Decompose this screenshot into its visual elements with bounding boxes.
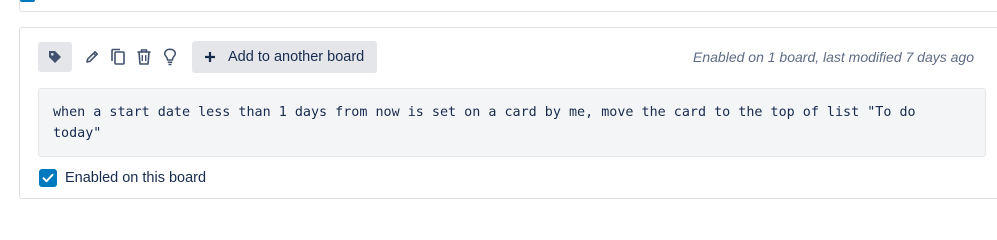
enabled-toggle-row[interactable]: Enabled on this board [39,169,206,187]
enabled-checkbox[interactable] [39,169,57,187]
edit-button[interactable] [82,42,102,72]
tag-button[interactable] [38,42,72,72]
rule-card: Add to another board Enabled on 1 board,… [19,27,997,199]
trash-icon [136,48,152,66]
enabled-checkbox-label: Enabled on this board [65,170,207,186]
rule-toolbar: Add to another board [38,41,378,73]
delete-button[interactable] [134,42,154,72]
previous-rule-checkbox[interactable] [20,0,35,2]
rule-status-text: Enabled on 1 board, last modified 7 days… [693,49,974,65]
plus-icon [204,51,216,63]
add-to-another-board-button[interactable]: Add to another board [192,41,378,73]
pencil-icon [84,49,100,65]
copy-icon [110,48,126,66]
copy-button[interactable] [108,42,128,72]
add-to-another-board-label: Add to another board [228,49,365,65]
lightbulb-icon [163,48,177,66]
idea-button[interactable] [160,42,180,72]
checkmark-icon [42,173,54,183]
rule-command-text: when a start date less than 1 days from … [38,88,986,157]
previous-rule-card [19,0,997,12]
tag-icon [48,50,62,64]
